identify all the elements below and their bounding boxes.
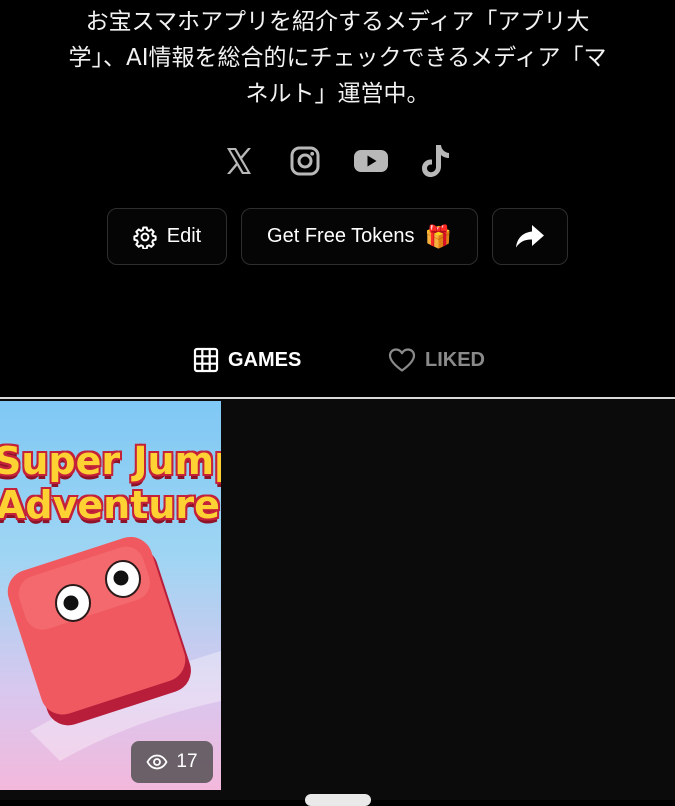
game-title: Super Jump Adventure bbox=[0, 439, 221, 527]
edit-label: Edit bbox=[166, 225, 202, 247]
eye-icon bbox=[146, 754, 168, 770]
youtube-icon bbox=[353, 150, 388, 172]
home-indicator[interactable] bbox=[305, 794, 371, 806]
gift-icon: 🎁 bbox=[424, 223, 452, 249]
get-free-tokens-button[interactable]: Get Free Tokens 🎁 bbox=[241, 208, 478, 265]
edit-button[interactable]: Edit bbox=[107, 208, 227, 265]
bio-line: お宝スマホアプリを紹介するメディア「アプリ大 bbox=[85, 9, 590, 35]
game-title-line: Super Jump bbox=[0, 439, 221, 483]
tiktok-link[interactable] bbox=[419, 141, 455, 181]
tiktok-icon bbox=[421, 145, 449, 177]
view-count: 17 bbox=[176, 751, 198, 772]
game-title-line: Adventure bbox=[0, 483, 220, 527]
bio-line: 学」、AI情報を総合的にチェックできるメディア「マ bbox=[68, 45, 607, 71]
tokens-label: Get Free Tokens bbox=[267, 225, 415, 247]
share-button[interactable] bbox=[492, 208, 568, 265]
x-icon bbox=[226, 148, 251, 174]
tab-liked-label: LIKED bbox=[425, 348, 485, 371]
grid-icon bbox=[193, 347, 219, 373]
youtube-link[interactable] bbox=[353, 141, 389, 181]
profile-bio: お宝スマホアプリを紹介するメディア「アプリ大 学」、AI情報を総合的にチェックで… bbox=[20, 4, 655, 112]
game-card-super-jump-adventure[interactable]: Super Jump Adventure bbox=[0, 401, 221, 790]
social-links bbox=[0, 141, 675, 181]
instagram-link[interactable] bbox=[287, 141, 323, 181]
view-count-badge: 17 bbox=[131, 741, 213, 783]
tab-games[interactable]: GAMES bbox=[193, 338, 301, 382]
x-link[interactable] bbox=[221, 141, 257, 181]
share-arrow-icon bbox=[516, 224, 544, 247]
tab-liked[interactable]: LIKED bbox=[388, 338, 485, 382]
instagram-icon bbox=[290, 146, 319, 176]
heart-icon bbox=[388, 348, 416, 372]
bio-line: ネルト」運営中。 bbox=[245, 81, 430, 107]
gear-icon bbox=[133, 226, 157, 249]
tab-games-label: GAMES bbox=[228, 348, 302, 371]
